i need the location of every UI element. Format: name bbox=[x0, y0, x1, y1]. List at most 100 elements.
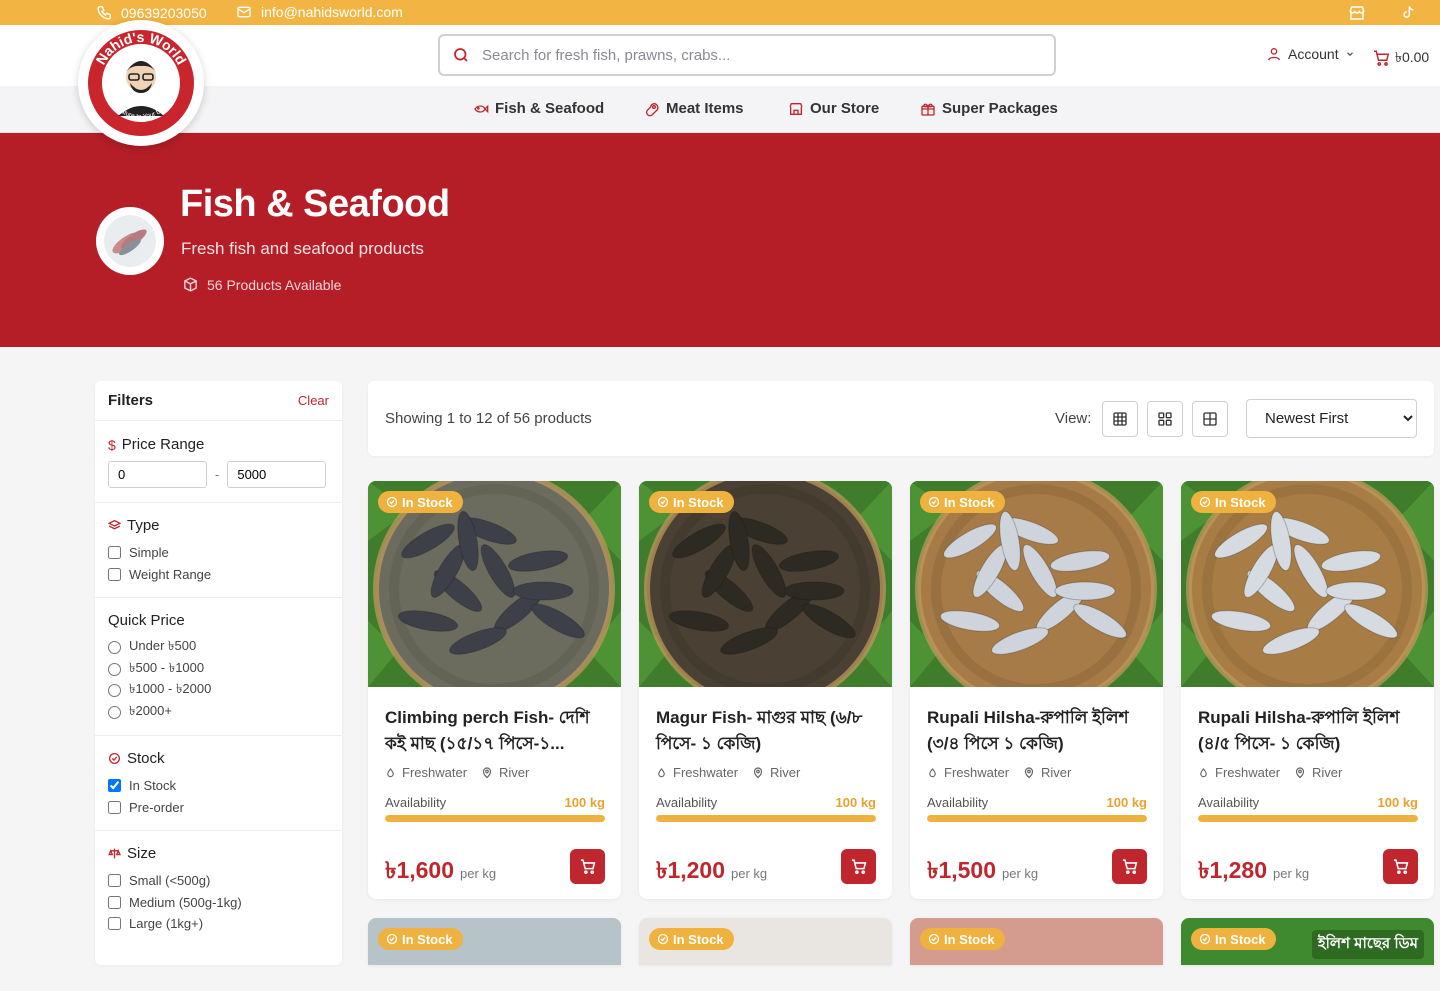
product-price: ৳1,280 bbox=[1198, 857, 1268, 883]
add-to-cart-button[interactable] bbox=[1383, 849, 1418, 884]
product-name[interactable]: Magur Fish- মাগুর মাছ (৬/৮ পিসে- ১ কেজি) bbox=[656, 705, 878, 757]
option-label: Simple bbox=[129, 545, 169, 561]
quick-price-option[interactable]: ৳2000+ bbox=[108, 702, 329, 724]
product-card[interactable]: In Stock bbox=[368, 918, 621, 965]
price-range-heading: $ Price Range bbox=[108, 436, 329, 453]
chevron-down-icon bbox=[1346, 52, 1353, 57]
search-input[interactable] bbox=[482, 46, 1022, 64]
add-to-cart-button[interactable] bbox=[570, 849, 605, 884]
store-link[interactable] bbox=[1348, 4, 1366, 22]
search-bar[interactable] bbox=[438, 34, 1056, 76]
quick-price-radio[interactable] bbox=[108, 662, 121, 676]
size-heading: Size bbox=[108, 845, 329, 862]
quick-price-option[interactable]: ৳1000 - ৳2000 bbox=[108, 680, 329, 702]
stock-badge: In Stock bbox=[1191, 491, 1276, 513]
availability-row: Availability 100 kg bbox=[927, 795, 1147, 810]
check-circle-icon bbox=[1199, 496, 1211, 508]
size-small-checkbox[interactable] bbox=[108, 874, 121, 888]
stock-badge: In Stock bbox=[920, 928, 1005, 950]
product-card[interactable]: In Stock bbox=[910, 918, 1163, 965]
product-card[interactable]: In Stock Rupali Hilsha-রুপালি ইলিশ (৪/৫ … bbox=[1181, 481, 1434, 899]
max-price-input[interactable] bbox=[227, 461, 327, 488]
water-type: Freshwater bbox=[402, 765, 468, 780]
results-count: Showing 1 to 12 of 56 products bbox=[385, 410, 592, 427]
product-price: ৳1,600 bbox=[385, 857, 455, 883]
filter-header: Filters Clear bbox=[95, 381, 342, 421]
stock-heading: Stock bbox=[108, 750, 329, 767]
page-title: Fish & Seafood bbox=[180, 183, 450, 225]
check-circle-icon bbox=[928, 933, 940, 945]
quick-price-radio[interactable] bbox=[108, 641, 121, 655]
option-label: ৳1000 - ৳2000 bbox=[129, 681, 212, 697]
nav-meat-items[interactable]: Meat Items bbox=[644, 100, 744, 117]
site-logo[interactable]: Nahid's World From Nature to Your Doorst… bbox=[78, 20, 204, 146]
stock-progress-bar bbox=[385, 815, 605, 822]
category-avatar bbox=[96, 207, 164, 275]
size-option-medium[interactable]: Medium (500g-1kg) bbox=[108, 892, 329, 914]
size-medium-checkbox[interactable] bbox=[108, 895, 121, 909]
stock-option-in-stock[interactable]: In Stock bbox=[108, 775, 329, 797]
sort-select[interactable]: Newest First bbox=[1246, 399, 1417, 438]
view-grid-4-button[interactable] bbox=[1192, 401, 1228, 437]
product-card[interactable]: In Stock Rupali Hilsha-রুপালি ইলিশ (৩/৪ … bbox=[910, 481, 1163, 899]
product-tags: Freshwater River bbox=[656, 765, 800, 780]
filter-panel: Filters Clear $ Price Range - Type Simple… bbox=[95, 381, 342, 965]
quick-price-option[interactable]: Under ৳500 bbox=[108, 637, 329, 659]
clear-filters-link[interactable]: Clear bbox=[298, 393, 329, 408]
pre-order-checkbox[interactable] bbox=[108, 800, 121, 814]
in-stock-checkbox[interactable] bbox=[108, 779, 121, 793]
grid-3-icon bbox=[1113, 412, 1127, 426]
tiktok-link[interactable] bbox=[1400, 4, 1416, 21]
view-label: View: bbox=[1055, 410, 1092, 427]
phone-icon bbox=[97, 6, 111, 20]
view-grid-3-button[interactable] bbox=[1102, 401, 1138, 437]
type-option-simple[interactable]: Simple bbox=[108, 542, 329, 564]
quick-price-radio[interactable] bbox=[108, 684, 121, 698]
min-price-input[interactable] bbox=[108, 461, 207, 488]
product-card[interactable]: ইলিশ মাছের ডিম In Stock bbox=[1181, 918, 1434, 965]
phone-contact[interactable]: 09639203050 bbox=[96, 4, 207, 21]
stock-progress-fill bbox=[656, 815, 876, 822]
add-to-cart-button[interactable] bbox=[841, 849, 876, 884]
account-menu[interactable]: Account bbox=[1266, 46, 1355, 62]
product-card[interactable]: In Stock Magur Fish- মাগুর মাছ (৬/৮ পিসে… bbox=[639, 481, 892, 899]
product-name[interactable]: Rupali Hilsha-রুপালি ইলিশ (৪/৫ পিসে- ১ ক… bbox=[1198, 705, 1420, 757]
size-option-small[interactable]: Small (<500g) bbox=[108, 870, 329, 892]
stock-progress-fill bbox=[385, 815, 605, 822]
origin: River bbox=[499, 765, 530, 780]
size-large-checkbox[interactable] bbox=[108, 917, 121, 931]
stock-progress-fill bbox=[1198, 815, 1418, 822]
product-name[interactable]: Rupali Hilsha-রুপালি ইলিশ (৩/৪ পিসে ১ কে… bbox=[927, 705, 1149, 757]
store-icon bbox=[1349, 6, 1365, 20]
nav-our-store[interactable]: Our Store bbox=[788, 100, 879, 117]
quick-price-radio[interactable] bbox=[108, 705, 121, 719]
email-contact[interactable]: info@nahidsworld.com bbox=[235, 4, 403, 20]
availability-value: 100 kg bbox=[1377, 795, 1418, 810]
quick-price-option[interactable]: ৳500 - ৳1000 bbox=[108, 659, 329, 681]
water-type: Freshwater bbox=[673, 765, 739, 780]
price-unit: per kg bbox=[460, 866, 497, 881]
page-subtitle: Fresh fish and seafood products bbox=[181, 239, 424, 258]
size-option-large[interactable]: Large (1kg+) bbox=[108, 913, 329, 935]
search-icon bbox=[454, 48, 468, 62]
logo-emblem: Nahid's World From Nature to Your Doorst… bbox=[88, 29, 194, 136]
type-simple-checkbox[interactable] bbox=[108, 546, 121, 560]
nav-fish-seafood[interactable]: Fish & Seafood bbox=[473, 100, 604, 117]
range-separator: - bbox=[215, 467, 220, 482]
cart-button[interactable]: ৳0.00 bbox=[1372, 46, 1429, 70]
nav-label: Fish & Seafood bbox=[495, 100, 605, 117]
product-name[interactable]: Climbing perch Fish- দেশি কই মাছ (১৫/১৭ … bbox=[385, 705, 607, 757]
stock-badge: In Stock bbox=[649, 928, 734, 950]
type-option-weight-range[interactable]: Weight Range bbox=[108, 564, 329, 586]
product-card[interactable]: In Stock bbox=[639, 918, 892, 965]
add-to-cart-button[interactable] bbox=[1112, 849, 1147, 884]
stock-section: Stock In Stock Pre-order bbox=[95, 736, 342, 831]
stock-option-pre-order[interactable]: Pre-order bbox=[108, 797, 329, 819]
product-tags: Freshwater River bbox=[927, 765, 1071, 780]
type-weight-range-checkbox[interactable] bbox=[108, 567, 121, 581]
view-grid-2-button[interactable] bbox=[1147, 401, 1183, 437]
cart-icon bbox=[1393, 859, 1408, 875]
nav-super-packages[interactable]: Super Packages bbox=[920, 100, 1058, 117]
product-card[interactable]: In Stock Climbing perch Fish- দেশি কই মা… bbox=[368, 481, 621, 899]
product-price-row: ৳1,280 per kg bbox=[1198, 852, 1309, 891]
